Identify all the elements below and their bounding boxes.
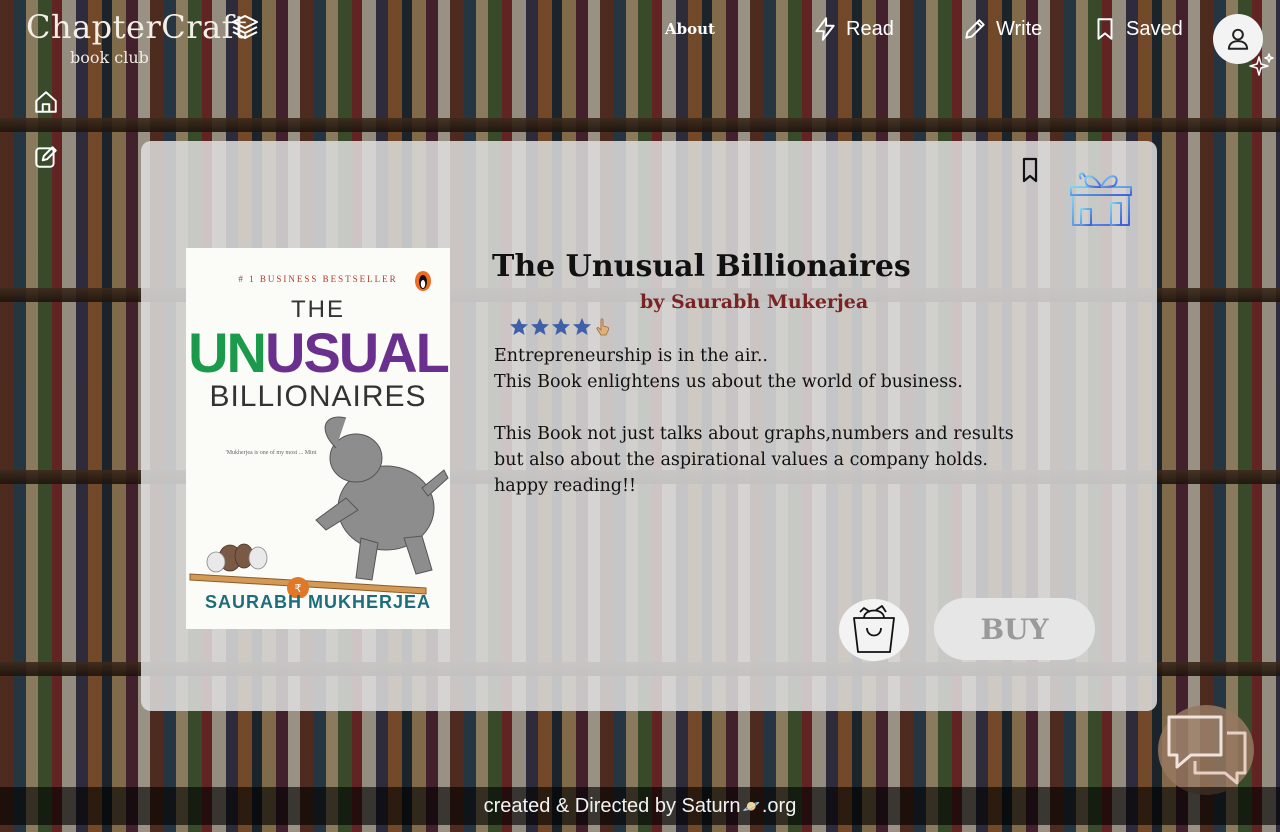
book-card: # 1 BUSINESS BESTSELLER THE UNUSUAL BILL… xyxy=(141,141,1157,711)
cover-title-un: UN xyxy=(188,321,267,384)
chat-bubbles-icon xyxy=(1167,715,1247,785)
home-icon[interactable] xyxy=(33,89,59,115)
nav-saved-label: Saved xyxy=(1126,17,1183,40)
brand-subtitle: book club xyxy=(70,48,149,67)
cover-tagline: # 1 BUSINESS BESTSELLER xyxy=(238,274,398,284)
star-icon xyxy=(510,318,528,335)
footer-text-suffix: .org xyxy=(761,794,797,817)
cover-title-unusual: UNUSUAL xyxy=(186,320,450,385)
cover-quote: 'Mukherjea is one of my most ... Mint xyxy=(225,450,317,456)
book-title: The Unusual Billionaires xyxy=(492,249,911,284)
nav-about-label: About xyxy=(665,20,715,38)
footer: created & Directed by Saturn 🪐 .org xyxy=(0,787,1280,825)
cursor-hand-icon xyxy=(596,318,610,336)
nav-read[interactable]: Read xyxy=(812,16,894,42)
nav-saved[interactable]: Saved xyxy=(1092,16,1183,42)
book-cover[interactable]: # 1 BUSINESS BESTSELLER THE UNUSUAL BILL… xyxy=(186,248,450,629)
sparkle-icon[interactable] xyxy=(1248,52,1276,80)
star-icon xyxy=(531,318,549,335)
book-stack-icon xyxy=(232,15,258,39)
book-description: Entrepreneurship is in the air.. This Bo… xyxy=(494,346,1014,496)
footer-text-prefix: created & Directed by Saturn xyxy=(483,794,741,817)
publisher-logo-icon xyxy=(415,271,431,291)
nav-about[interactable]: About xyxy=(665,20,715,38)
pencil-icon xyxy=(965,19,985,39)
add-to-cart-button[interactable] xyxy=(839,599,909,661)
brand-title[interactable]: ChapterCraft xyxy=(26,8,247,46)
bookmark-icon[interactable] xyxy=(1021,157,1039,183)
cover-author: SAURABH MUKHERJEA xyxy=(204,592,431,612)
buy-button[interactable]: BUY xyxy=(934,598,1095,660)
nav-write-label: Write xyxy=(996,17,1043,40)
chat-button[interactable] xyxy=(1158,705,1254,795)
book-author: by Saurabh Mukerjea xyxy=(640,291,869,313)
cover-title-usual: USUAL xyxy=(265,321,450,384)
nav-read-label: Read xyxy=(846,17,894,40)
shopping-bag-icon xyxy=(853,605,895,653)
lightning-icon xyxy=(815,17,835,41)
star-icon xyxy=(552,318,570,335)
saturn-icon: 🪐 xyxy=(742,797,760,814)
nav-write[interactable]: Write xyxy=(962,16,1042,42)
star-rating xyxy=(509,317,613,337)
edit-icon[interactable] xyxy=(33,144,59,170)
user-icon xyxy=(1227,28,1249,50)
elephant-seesaw-illustration: ₹ xyxy=(189,416,449,598)
gift-icon[interactable] xyxy=(1069,165,1133,229)
bookmark-icon xyxy=(1097,18,1113,40)
shelf-line xyxy=(0,118,1280,132)
star-icon xyxy=(573,318,591,335)
